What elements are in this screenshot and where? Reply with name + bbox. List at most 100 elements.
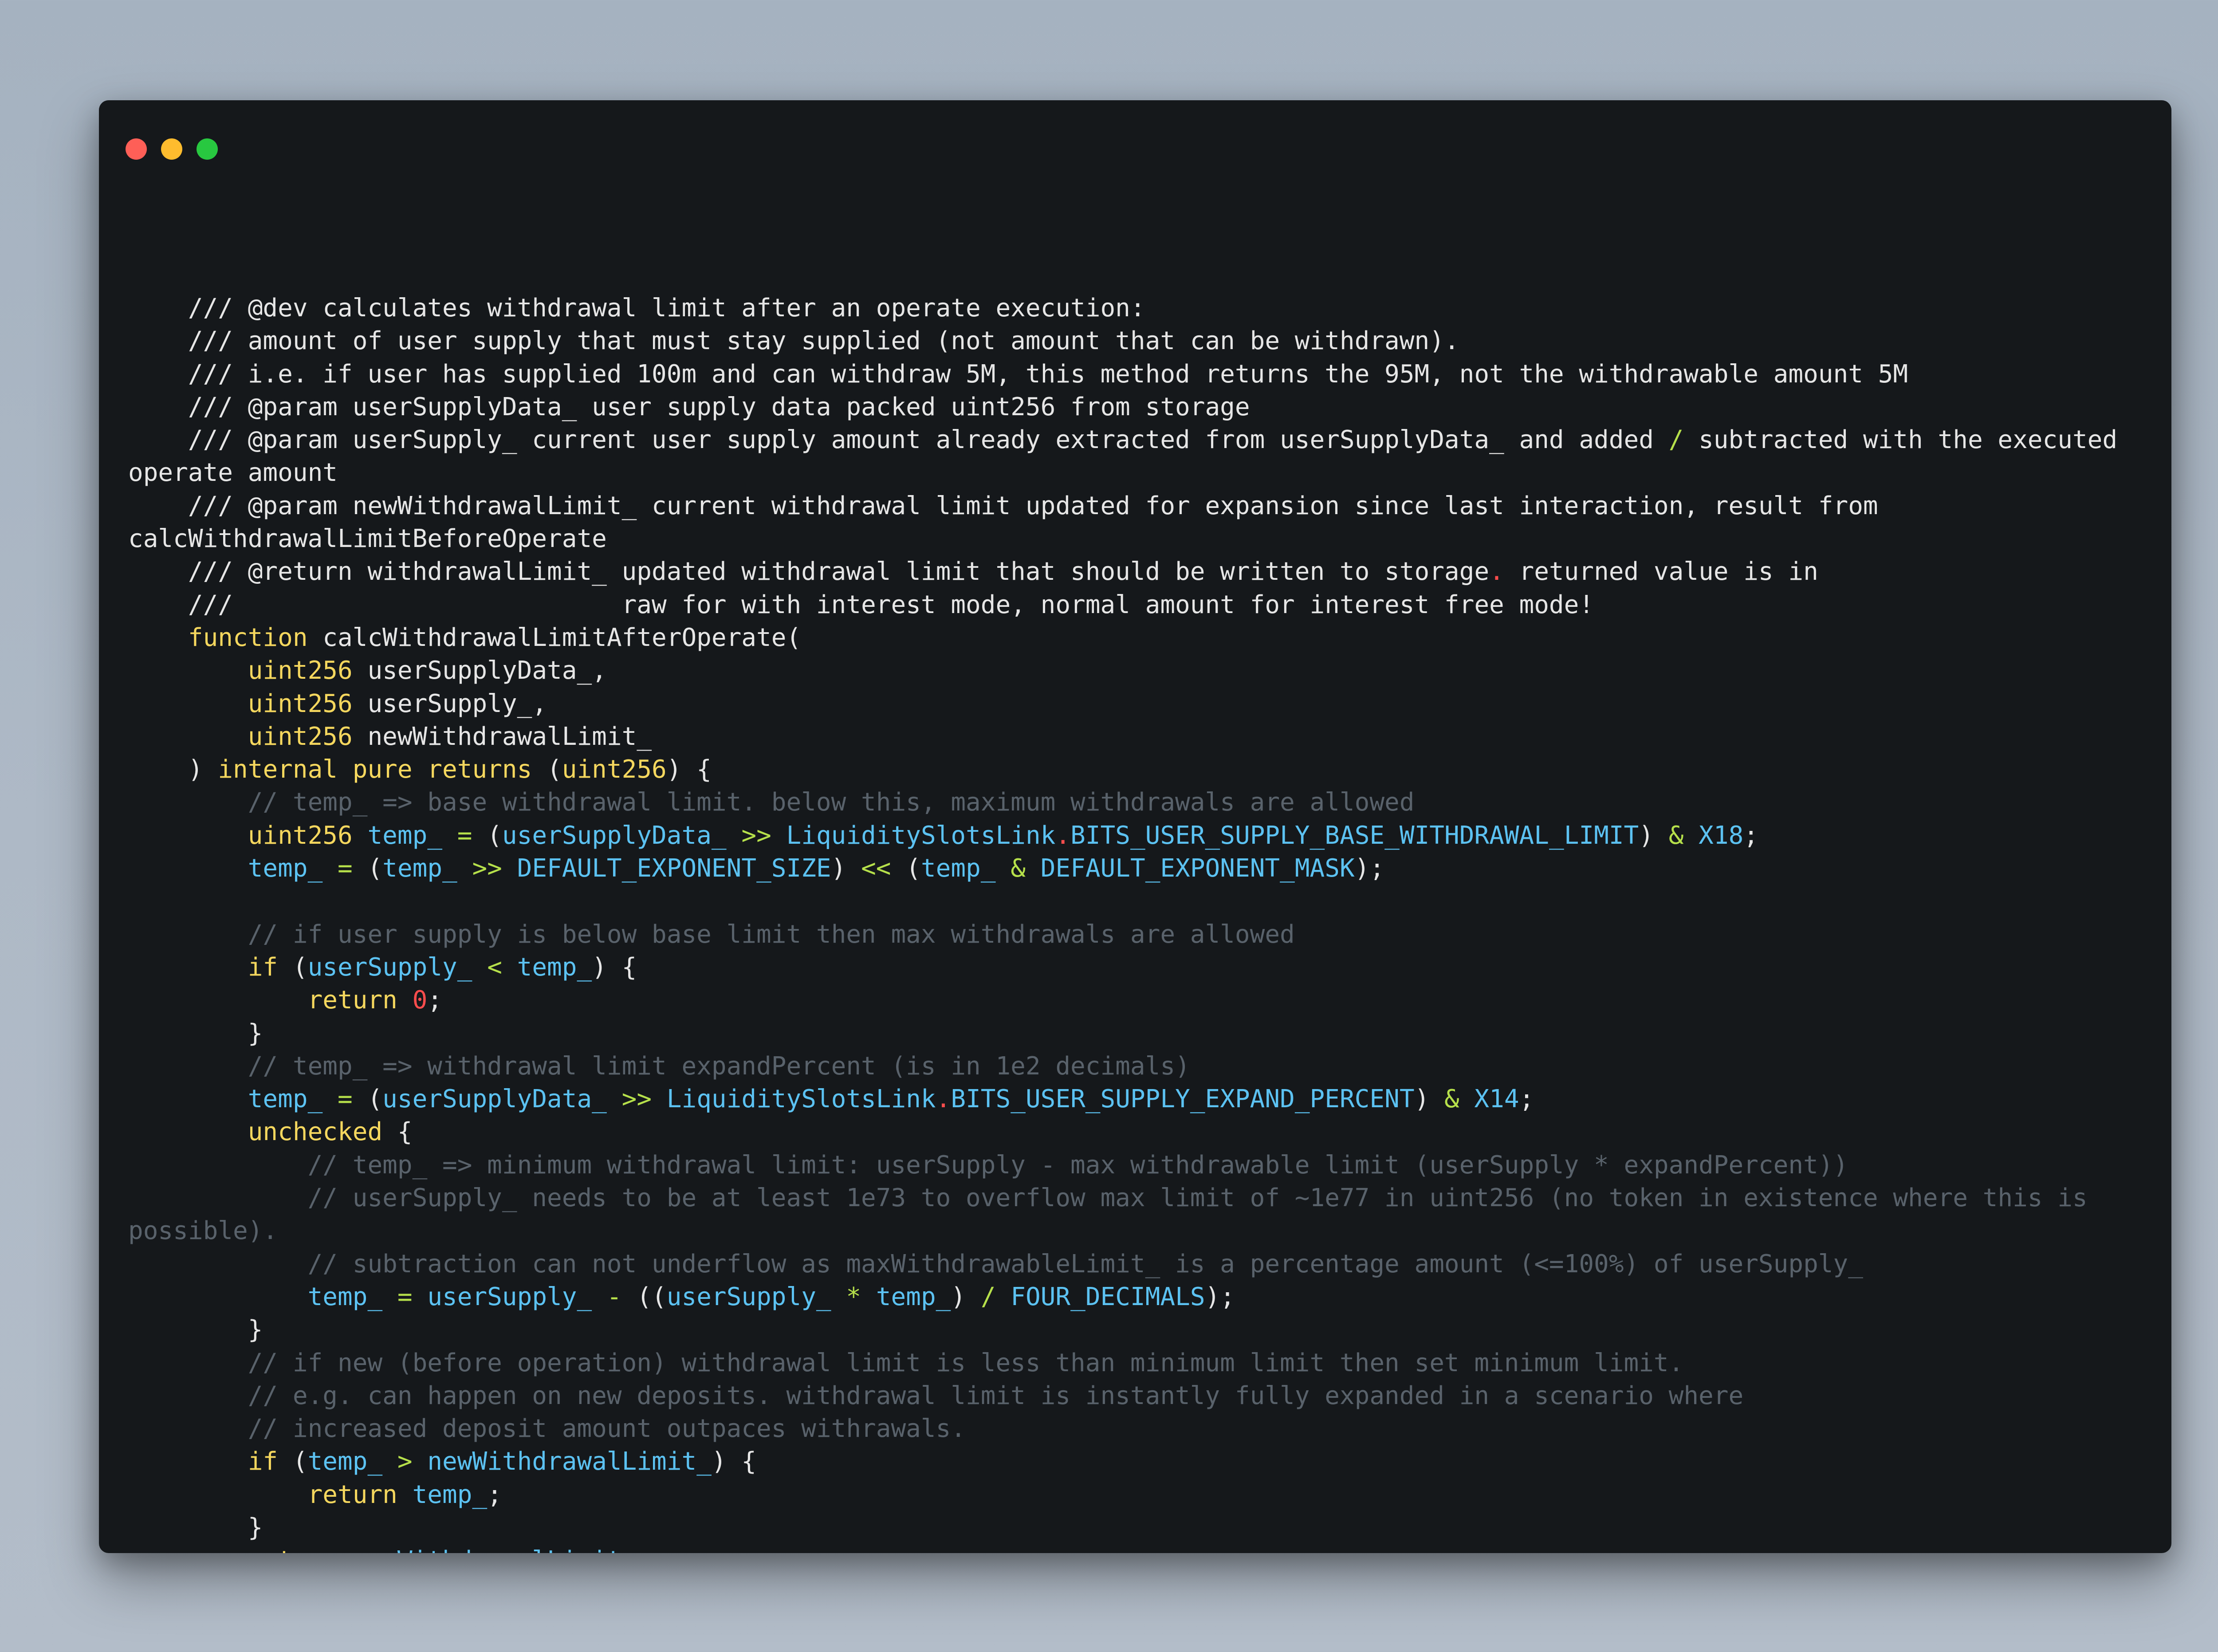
operator: / — [1668, 425, 1684, 455]
close-window-button[interactable] — [126, 138, 147, 160]
code-line: } — [128, 1511, 2151, 1544]
code-text: newWithdrawalLimit_ — [352, 722, 652, 751]
operator: & — [1011, 854, 1026, 883]
code-text: userSupply_, — [352, 689, 547, 718]
identifier: userSupplyData_ — [502, 821, 727, 850]
literal: . — [936, 1085, 951, 1114]
doc-comment: /// @dev calculates withdrawal limit aft… — [128, 294, 1145, 323]
identifier: newWithdrawalLimit_ — [427, 1447, 712, 1476]
comment: // temp_ => base withdrawal limit. below… — [128, 788, 1415, 817]
code-line: // temp_ => base withdrawal limit. below… — [128, 786, 2151, 819]
keyword: uint256 — [248, 656, 353, 685]
doc-comment: returned value is in — [1504, 557, 1818, 586]
operator: = — [397, 1282, 413, 1311]
code-line: // subtraction can not underflow as maxW… — [128, 1248, 2151, 1281]
code-text: ; — [1519, 1085, 1534, 1114]
code-text: ( — [532, 755, 562, 784]
identifier: temp_ — [248, 854, 323, 883]
code-line: uint256 newWithdrawalLimit_ — [128, 720, 2151, 753]
identifier: userSupplyData_ — [382, 1085, 607, 1114]
code-text: userSupplyData_, — [352, 656, 607, 685]
zoom-window-button[interactable] — [197, 138, 218, 160]
code-line: calcWithdrawalLimitBeforeOperate — [128, 523, 2151, 555]
identifier: temp_ — [517, 952, 592, 982]
identifier: temp_ — [367, 821, 443, 850]
identifier: LiquiditySlotsLink — [666, 1085, 936, 1114]
doc-comment: /// amount of user supply that must stay… — [128, 326, 1459, 356]
doc-comment: /// @param userSupplyData_ user supply d… — [128, 392, 1250, 421]
code-text: ( — [278, 1447, 308, 1476]
code-text: ) — [1639, 821, 1669, 850]
code-text: ( — [891, 854, 921, 883]
identifier: newWithdrawalLimit_ — [353, 1546, 637, 1553]
code-line: function calcWithdrawalLimitAfterOperate… — [128, 621, 2151, 654]
doc-comment: /// raw for with interest mode, normal a… — [128, 590, 1594, 619]
code-line: unchecked { — [128, 1116, 2151, 1149]
identifier: X18 — [1699, 821, 1744, 850]
code-text: ( — [472, 821, 502, 850]
doc-comment: /// @param newWithdrawalLimit_ current w… — [128, 491, 1878, 520]
code-line: /// i.e. if user has supplied 100m and c… — [128, 358, 2151, 391]
identifier: temp_ — [876, 1282, 951, 1311]
minimize-window-button[interactable] — [161, 138, 182, 160]
comment: // temp_ => minimum withdrawal limit: us… — [128, 1150, 1848, 1180]
identifier: userSupply_ — [307, 952, 472, 982]
window-titlebar — [99, 100, 2171, 176]
code-line: } — [128, 1017, 2151, 1050]
code-text: ) { — [711, 1447, 757, 1476]
code-text: ) — [951, 1282, 981, 1311]
code-line: /// @return withdrawalLimit_ updated wit… — [128, 555, 2151, 588]
code-line: uint256 temp_ = (userSupplyData_ >> Liqu… — [128, 819, 2151, 852]
code-line: temp_ = userSupply_ - ((userSupply_ * te… — [128, 1281, 2151, 1314]
keyword: function — [188, 623, 308, 652]
code-line: // if new (before operation) withdrawal … — [128, 1347, 2151, 1380]
keyword: return — [248, 1546, 338, 1553]
code-line: /// raw for with interest mode, normal a… — [128, 589, 2151, 621]
literal: 0 — [412, 986, 428, 1015]
code-text: ; — [1743, 821, 1759, 850]
keyword: uint256 — [562, 755, 667, 784]
code-text: ); — [1354, 854, 1385, 883]
identifier: temp_ — [382, 854, 457, 883]
operator: * — [846, 1282, 861, 1311]
code-line: uint256 userSupplyData_, — [128, 654, 2151, 687]
code-editor: /// @dev calculates withdrawal limit aft… — [128, 292, 2151, 1553]
code-line: return temp_; — [128, 1479, 2151, 1511]
code-line: // userSupply_ needs to be at least 1e73… — [128, 1182, 2151, 1215]
doc-comment: /// @return withdrawalLimit_ updated wit… — [128, 557, 1490, 586]
identifier: DEFAULT_EXPONENT_MASK — [1040, 854, 1355, 883]
operator: >> — [472, 854, 502, 883]
identifier: FOUR_DECIMALS — [1011, 1282, 1205, 1311]
code-line: possible). — [128, 1215, 2151, 1247]
code-text: { — [382, 1117, 413, 1147]
comment: possible). — [128, 1216, 278, 1246]
operator: = — [338, 1085, 353, 1114]
comment: // subtraction can not underflow as maxW… — [128, 1249, 1863, 1278]
